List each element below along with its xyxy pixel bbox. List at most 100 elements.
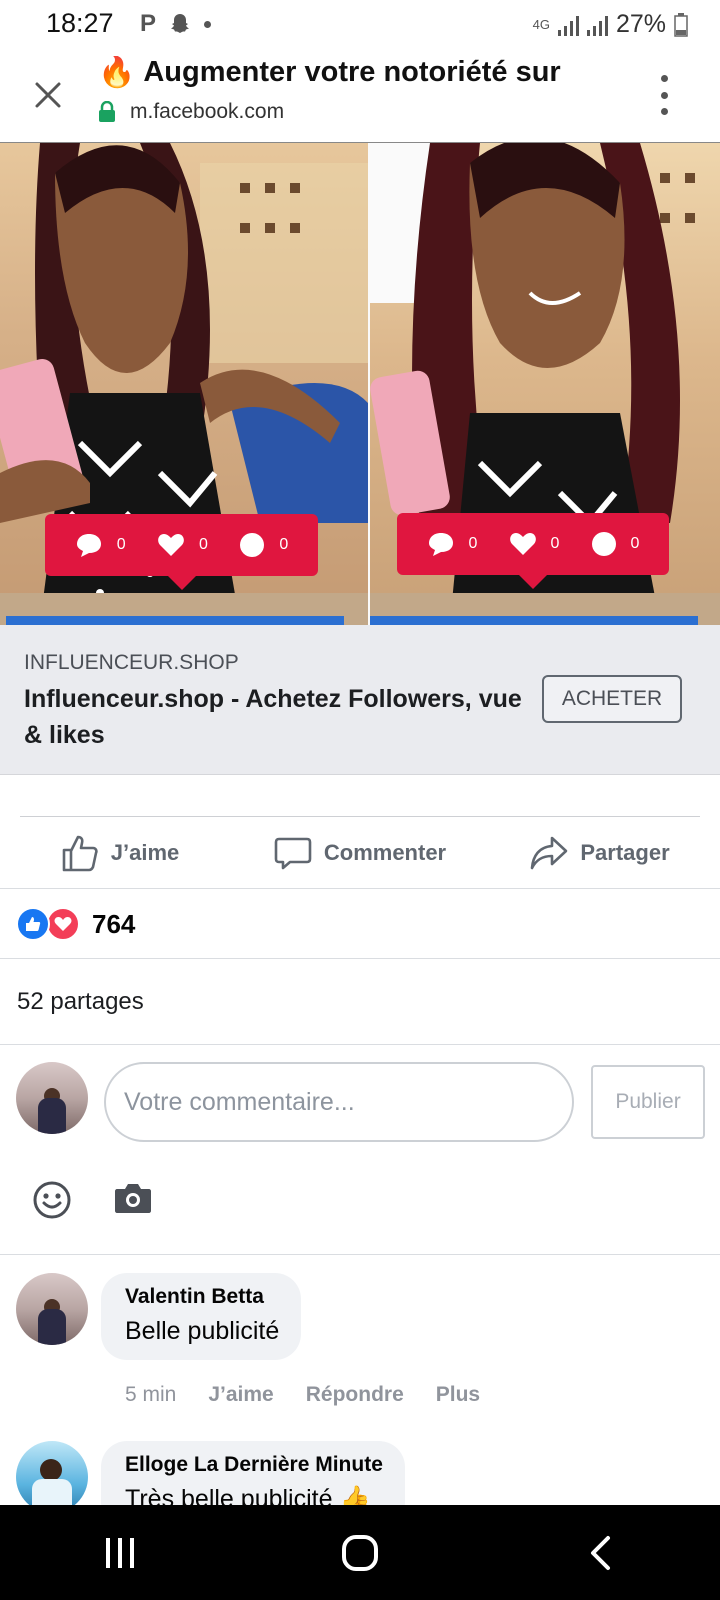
comment-text: Très belle publicité 👍 bbox=[125, 1485, 371, 1505]
separator bbox=[0, 958, 720, 959]
buy-button[interactable]: ACHETER bbox=[542, 675, 682, 723]
follower-circle-icon bbox=[240, 533, 265, 557]
camera-icon[interactable] bbox=[114, 1181, 152, 1215]
rb-heart-count: 0 bbox=[199, 536, 208, 553]
rb-follower-right: 0 bbox=[591, 531, 640, 557]
rb-comment-count-right: 0 bbox=[468, 535, 478, 552]
snapchat-icon bbox=[171, 14, 190, 33]
rb-comment-count: 0 bbox=[116, 536, 126, 553]
heart-icon bbox=[509, 533, 536, 555]
post-action-bar: J’aime Commenter Partager bbox=[0, 817, 720, 888]
page-title-wrap: 🔥 Augmenter votre notoriété sur bbox=[98, 56, 640, 89]
rb-heart-right: 0 bbox=[509, 531, 560, 557]
kebab-dot bbox=[660, 91, 668, 99]
avatar[interactable] bbox=[16, 1441, 88, 1505]
more-notifications-dot bbox=[204, 20, 212, 28]
avatar[interactable] bbox=[16, 1273, 88, 1345]
like-label: J’aime bbox=[110, 839, 180, 865]
browser-header: 🔥 Augmenter votre notoriété sur m.facebo… bbox=[0, 50, 720, 143]
ad-caption-strip-left bbox=[6, 616, 344, 625]
separator bbox=[0, 1254, 720, 1255]
status-time: 18:27 bbox=[46, 8, 114, 38]
ad-caption-strip-right bbox=[370, 616, 698, 625]
like-button[interactable]: J’aime bbox=[0, 817, 240, 888]
ad-image-left-panel: 0 0 0 bbox=[0, 143, 368, 625]
fire-icon: 🔥 bbox=[98, 56, 136, 89]
share-arrow-icon bbox=[531, 836, 568, 869]
follower-circle-icon bbox=[591, 532, 616, 556]
kebab-dot bbox=[660, 75, 668, 82]
avatar bbox=[16, 1062, 88, 1134]
comment-button[interactable]: Commenter bbox=[240, 817, 480, 888]
back-icon bbox=[591, 1535, 610, 1570]
url-text: m.facebook.com bbox=[130, 100, 285, 123]
comment-bubble-icon bbox=[76, 534, 101, 557]
ad-link-preview[interactable]: INFLUENCEUR.SHOP Influenceur.shop - Ache… bbox=[0, 625, 720, 775]
rb-follower: 0 bbox=[239, 532, 288, 558]
love-reaction-icon bbox=[46, 907, 80, 941]
network-type: 4G bbox=[532, 16, 550, 32]
system-navigation-bar bbox=[0, 1505, 720, 1600]
emoji-icon[interactable] bbox=[32, 1180, 72, 1220]
pinterest-icon: P bbox=[140, 10, 157, 37]
avatar-body bbox=[38, 1098, 66, 1134]
ad-image-right-panel: 0 0 0 bbox=[370, 143, 720, 625]
signal-icon bbox=[557, 14, 579, 36]
like-reaction-icon bbox=[16, 907, 50, 941]
comment-reply-button[interactable]: Répondre bbox=[306, 1383, 404, 1407]
status-right: 4G 27% bbox=[533, 10, 688, 39]
share-button[interactable]: Partager bbox=[480, 817, 720, 888]
share-label: Partager bbox=[580, 839, 670, 865]
comment-text: Belle publicité bbox=[125, 1317, 280, 1345]
ad-domain: INFLUENCEUR.SHOP bbox=[24, 651, 239, 674]
comment-meta: 5 min J’aime Répondre Plus bbox=[125, 1383, 480, 1407]
comment-author[interactable]: Valentin Betta bbox=[125, 1285, 279, 1309]
avatar-body bbox=[32, 1479, 72, 1505]
comment-time: 5 min bbox=[125, 1383, 177, 1406]
comment-icon bbox=[274, 837, 312, 869]
comment-bubble[interactable]: Valentin Betta Belle publicité bbox=[101, 1273, 302, 1360]
more-options-button[interactable] bbox=[654, 75, 674, 115]
notification-icons: P bbox=[140, 10, 212, 38]
avatar-head bbox=[40, 1459, 62, 1481]
rb-heart-count-right: 0 bbox=[550, 535, 560, 552]
rb-follower-count-right: 0 bbox=[630, 535, 640, 552]
comment-author[interactable]: Elloge La Dernière Minute bbox=[125, 1453, 383, 1477]
home-icon bbox=[342, 1534, 378, 1571]
recent-apps-button[interactable] bbox=[80, 1523, 160, 1583]
separator bbox=[0, 888, 720, 889]
shares-count[interactable]: 52 partages bbox=[17, 960, 144, 1044]
publish-button[interactable]: Publier bbox=[591, 1065, 705, 1139]
thumbs-up-icon bbox=[62, 835, 98, 871]
rb-heart: 0 bbox=[157, 532, 208, 558]
home-button[interactable] bbox=[320, 1523, 400, 1583]
rb-comment: 0 bbox=[75, 532, 126, 558]
reaction-count: 764 bbox=[92, 908, 136, 939]
rb-comment-right: 0 bbox=[427, 531, 478, 557]
comment-like-button[interactable]: J’aime bbox=[208, 1383, 273, 1407]
heart-icon bbox=[158, 534, 184, 556]
comment-more-button[interactable]: Plus bbox=[436, 1383, 480, 1407]
ad-image[interactable]: 0 0 0 0 0 0 bbox=[0, 143, 720, 625]
avatar-body bbox=[38, 1309, 66, 1345]
close-icon bbox=[35, 82, 61, 108]
battery-icon bbox=[674, 12, 688, 37]
comment-bubble-icon bbox=[428, 533, 453, 556]
comment-input[interactable] bbox=[104, 1062, 574, 1142]
recent-apps-icon bbox=[106, 1537, 134, 1568]
url-row[interactable]: m.facebook.com bbox=[98, 100, 284, 124]
comment-bubble[interactable]: Elloge La Dernière Minute Très belle pub… bbox=[101, 1441, 405, 1505]
battery-percent: 27% bbox=[615, 10, 666, 38]
close-button[interactable] bbox=[28, 75, 68, 115]
ad-headline: Influenceur.shop - Achetez Followers, vu… bbox=[24, 685, 522, 749]
reaction-icons bbox=[16, 907, 80, 941]
back-button[interactable] bbox=[560, 1523, 640, 1583]
signal-icon-2 bbox=[586, 14, 608, 36]
reaction-bubble-right: 0 0 0 bbox=[397, 513, 669, 589]
comment-composer: Publier bbox=[0, 1045, 720, 1255]
lock-icon bbox=[99, 101, 115, 122]
kebab-dot bbox=[660, 108, 668, 115]
reactions-summary[interactable]: 764 bbox=[16, 890, 135, 958]
comment-item: Elloge La Dernière Minute Très belle pub… bbox=[0, 1441, 720, 1505]
rb-follower-count: 0 bbox=[279, 536, 289, 553]
